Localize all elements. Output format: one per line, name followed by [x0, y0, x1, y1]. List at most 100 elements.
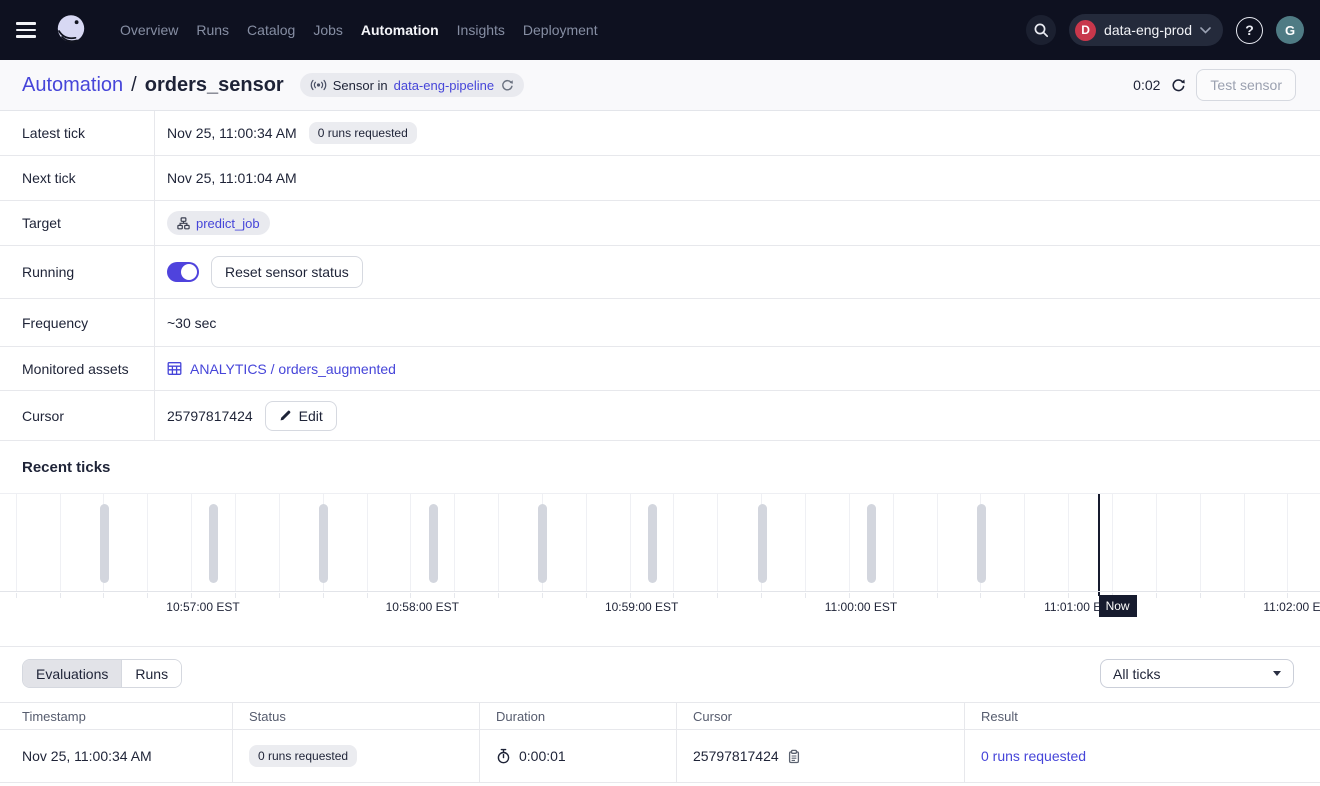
row-latest-tick: Latest tick Nov 25, 11:00:34 AM 0 runs r… — [0, 111, 1320, 156]
stopwatch-icon — [496, 748, 511, 764]
running-label: Running — [0, 246, 155, 298]
menu-icon[interactable] — [16, 16, 44, 44]
tick-bar[interactable] — [758, 504, 767, 583]
reset-sensor-status-button[interactable]: Reset sensor status — [211, 256, 363, 288]
chart-gridline — [1024, 494, 1025, 591]
frequency-value: ~30 sec — [167, 315, 216, 331]
axis-tick-mark — [542, 593, 543, 598]
chart-gridline — [1112, 494, 1113, 591]
tick-filter-select[interactable]: All ticks — [1100, 659, 1294, 688]
row-result-link[interactable]: 0 runs requested — [981, 748, 1086, 764]
chart-gridline — [805, 494, 806, 591]
job-icon — [177, 217, 190, 230]
asset-table-icon — [167, 361, 182, 376]
target-job-pill[interactable]: predict_job — [167, 211, 270, 235]
target-job-link[interactable]: predict_job — [196, 216, 260, 231]
chart-gridline — [235, 494, 236, 591]
tick-bar[interactable] — [538, 504, 547, 583]
reload-location-icon[interactable] — [500, 78, 514, 92]
row-status-pill: 0 runs requested — [249, 745, 357, 767]
col-result: Result — [965, 703, 1320, 729]
chart-gridline — [191, 494, 192, 591]
dagster-logo-icon[interactable] — [54, 13, 88, 47]
chart-gridline — [279, 494, 280, 591]
nav-item-jobs[interactable]: Jobs — [313, 22, 343, 38]
chart-gridline — [410, 494, 411, 591]
chart-gridline — [1068, 494, 1069, 591]
tab-evaluations[interactable]: Evaluations — [23, 660, 121, 687]
chart-gridline — [849, 494, 850, 591]
tick-bar[interactable] — [648, 504, 657, 583]
nav-item-automation[interactable]: Automation — [361, 22, 439, 38]
tab-runs[interactable]: Runs — [121, 660, 181, 687]
axis-tick-mark — [60, 593, 61, 598]
chart-gridline — [937, 494, 938, 591]
nav-item-overview[interactable]: Overview — [120, 22, 178, 38]
copy-cursor-icon[interactable] — [787, 749, 801, 764]
workspace-switcher[interactable]: D data-eng-prod — [1069, 14, 1223, 46]
row-target: Target predict_job — [0, 201, 1320, 246]
workspace-badge: D — [1075, 20, 1096, 41]
axis-tick-mark — [16, 593, 17, 598]
axis-tick-mark — [586, 593, 587, 598]
chart-gridline — [60, 494, 61, 591]
edit-cursor-button[interactable]: Edit — [265, 401, 337, 431]
table-row: Nov 25, 11:00:34 AM 0 runs requested 0:0… — [0, 730, 1320, 783]
axis-tick-mark — [673, 593, 674, 598]
sensor-badge-prefix: Sensor in — [333, 78, 388, 93]
nav-item-deployment[interactable]: Deployment — [523, 22, 598, 38]
axis-tick-mark — [1068, 593, 1069, 598]
avatar[interactable]: G — [1276, 16, 1304, 44]
row-cursor: Cursor 25797817424 Edit — [0, 391, 1320, 441]
pencil-icon — [279, 409, 292, 422]
sensor-details: Latest tick Nov 25, 11:00:34 AM 0 runs r… — [0, 111, 1320, 441]
tick-bar[interactable] — [867, 504, 876, 583]
col-status: Status — [233, 703, 480, 729]
chart-gridline — [147, 494, 148, 591]
latest-tick-value: Nov 25, 11:00:34 AM — [167, 125, 297, 141]
search-icon[interactable] — [1026, 15, 1056, 45]
chart-gridline — [1287, 494, 1288, 591]
recent-ticks-chart[interactable] — [0, 493, 1320, 592]
chart-gridline — [1156, 494, 1157, 591]
nav-item-insights[interactable]: Insights — [457, 22, 505, 38]
axis-tick-mark — [630, 593, 631, 598]
axis-tick-mark — [1244, 593, 1245, 598]
tick-bar[interactable] — [977, 504, 986, 583]
code-location-link[interactable]: data-eng-pipeline — [394, 78, 494, 93]
sensor-type-badge: Sensor in data-eng-pipeline — [300, 73, 524, 97]
breadcrumb-automation-link[interactable]: Automation — [22, 74, 123, 97]
tick-bar[interactable] — [429, 504, 438, 583]
chart-gridline — [673, 494, 674, 591]
chevron-down-icon — [1200, 27, 1211, 34]
tick-bar[interactable] — [209, 504, 218, 583]
axis-tick-mark — [279, 593, 280, 598]
now-marker-line — [1098, 494, 1100, 592]
nav-item-catalog[interactable]: Catalog — [247, 22, 295, 38]
monitored-asset-link[interactable]: ANALYTICS / orders_augmented — [167, 361, 396, 377]
axis-tick-mark — [1156, 593, 1157, 598]
top-nav: Overview Runs Catalog Jobs Automation In… — [0, 0, 1320, 60]
axis-time-label: 10:59:00 EST — [597, 600, 687, 614]
axis-tick-mark — [980, 593, 981, 598]
page-title: orders_sensor — [145, 74, 284, 97]
tick-bar[interactable] — [319, 504, 328, 583]
axis-tick-mark — [1287, 593, 1288, 598]
axis-tick-mark — [323, 593, 324, 598]
axis-time-label: 11:00:00 EST — [816, 600, 906, 614]
axis-tick-mark — [1200, 593, 1201, 598]
chart-gridline — [1244, 494, 1245, 591]
chart-gridline — [1200, 494, 1201, 591]
chart-gridline — [367, 494, 368, 591]
nav-item-runs[interactable]: Runs — [196, 22, 229, 38]
refresh-icon[interactable] — [1170, 77, 1186, 93]
row-duration: 0:00:01 — [519, 748, 566, 764]
latest-tick-label: Latest tick — [0, 111, 155, 155]
test-sensor-button[interactable]: Test sensor — [1196, 69, 1296, 101]
tick-bar[interactable] — [100, 504, 109, 583]
help-icon[interactable]: ? — [1236, 17, 1263, 44]
running-toggle[interactable] — [167, 262, 199, 282]
row-next-tick: Next tick Nov 25, 11:01:04 AM — [0, 156, 1320, 201]
row-running: Running Reset sensor status — [0, 246, 1320, 299]
cursor-label: Cursor — [0, 391, 155, 440]
